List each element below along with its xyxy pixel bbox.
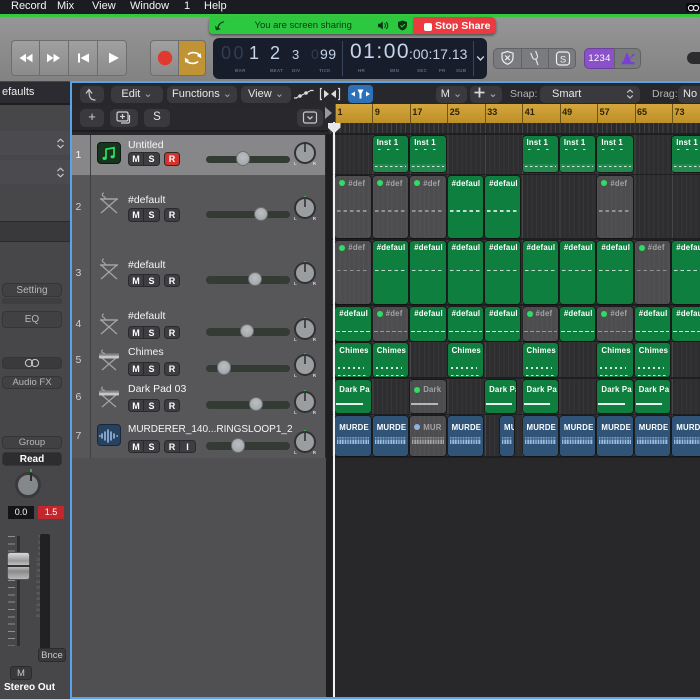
svg-text:S: S (560, 54, 566, 65)
